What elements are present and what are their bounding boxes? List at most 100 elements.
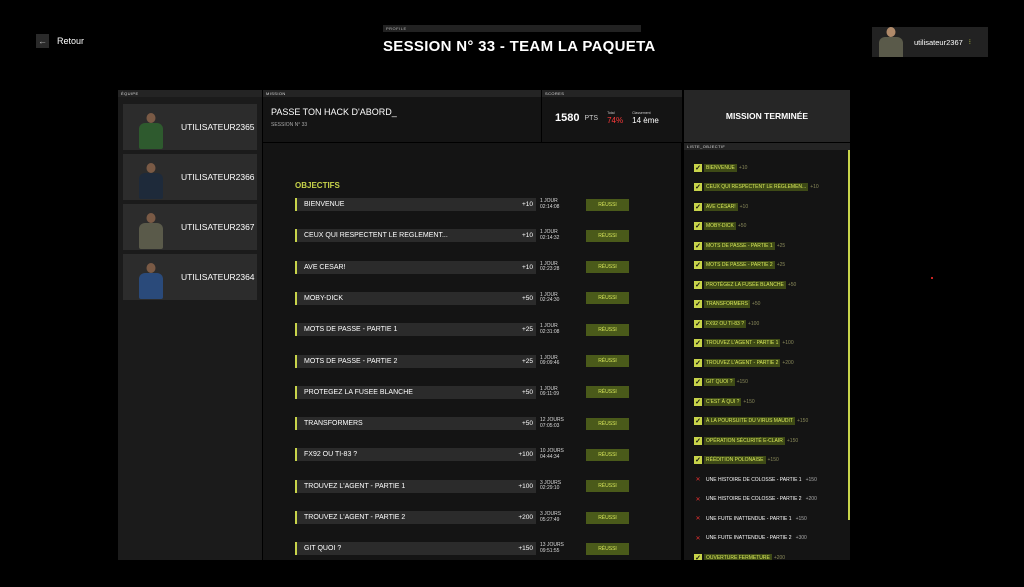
- objective-list-points: +25: [776, 242, 786, 249]
- objective-status-badge[interactable]: RÉUSSI: [586, 480, 629, 493]
- objective-list-item[interactable]: ✓ MOTS DE PASSE - PARTIE 1 +25: [694, 240, 785, 251]
- team-member[interactable]: UTILISATEUR2364: [123, 254, 257, 300]
- objective-list-item[interactable]: ✓ GIT QUOI ? +150: [694, 377, 748, 388]
- rank-label: Classement: [632, 111, 651, 115]
- objective-list-points: +10: [738, 164, 748, 171]
- objective-name: TRANSFORMERS: [304, 420, 363, 428]
- check-icon: ✓: [694, 183, 702, 191]
- objective-list-item[interactable]: ✓ C'EST À QUI ? +150: [694, 396, 755, 407]
- objective-clock: 04:44:34: [540, 453, 560, 460]
- objective-list-points: +50: [751, 301, 761, 307]
- check-icon: ✓: [694, 417, 702, 425]
- objective-status-badge[interactable]: RÉUSSI: [586, 386, 629, 399]
- objective-list-name: OUVERTURE FERMETURE: [704, 553, 772, 560]
- objective-name: AVE CESAR!: [304, 263, 346, 271]
- objective-list-item[interactable]: ✕ UNE FUITE INATTENDUE - PARTIE 1 +150: [694, 513, 806, 524]
- menu-dots-icon[interactable]: ⁝: [969, 38, 971, 46]
- objective-status-badge[interactable]: RÉUSSI: [586, 292, 629, 305]
- objective-bar[interactable]: AVE CESAR! +10: [295, 260, 536, 274]
- scores-tag: SCORES: [542, 90, 682, 97]
- cross-icon: ✕: [695, 535, 701, 542]
- objective-list-item[interactable]: ✓ TRANSFORMERS +50: [694, 299, 760, 310]
- objective-status-badge[interactable]: RÉUSSI: [586, 511, 629, 524]
- team-member[interactable]: UTILISATEUR2365: [123, 104, 257, 150]
- objective-status-badge[interactable]: RÉUSSI: [586, 417, 629, 430]
- objective-status-badge[interactable]: RÉUSSI: [586, 261, 629, 274]
- objective-bar[interactable]: TROUVEZ L'AGENT - PARTIE 2 +200: [295, 511, 536, 524]
- objective-bar[interactable]: TRANSFORMERS +50: [295, 417, 536, 431]
- objective-time: 3 JOURS 02:29:10: [540, 480, 586, 492]
- objective-list-points: +150: [743, 398, 755, 405]
- user-profile-chip[interactable]: utilisateur2367 ⁝: [872, 27, 988, 57]
- objective-name: BIENVENUE: [304, 201, 345, 208]
- objective-list-item[interactable]: ✕ UNE HISTOIRE DE COLOSSE - PARTIE 2 +200: [694, 494, 816, 505]
- objective-bar[interactable]: BIENVENUE +10: [295, 198, 536, 211]
- objective-list-item[interactable]: ✕ UNE HISTOIRE DE COLOSSE - PARTIE 1 +150: [694, 474, 816, 485]
- objective-list-name: MOTS DE PASSE - PARTIE 1: [704, 241, 775, 250]
- objective-name: MOTS DE PASSE - PARTIE 1: [304, 326, 398, 334]
- objective-list-item[interactable]: ✓ À LA POURSUITE DU VIRUS MAUDIT +150: [694, 416, 808, 427]
- objective-list-points: +50: [787, 281, 797, 288]
- objective-row: TROUVEZ L'AGENT - PARTIE 1 +100 3 JOURS 02:…: [295, 479, 629, 493]
- decorative-dot: [931, 277, 933, 279]
- objective-list-name: OPÉRATION SÉCURITÉ E-CLAIR: [704, 436, 785, 445]
- objective-list-name: UNE FUITE INATTENDUE - PARTIE 2: [706, 535, 792, 541]
- objective-points: +10: [521, 232, 533, 240]
- check-icon: ✓: [694, 222, 702, 230]
- objective-bar[interactable]: FX92 OU TI-83 ? +100: [295, 448, 536, 462]
- objective-bar[interactable]: CEUX QUI RESPECTENT LE REGLEMENT... +10: [295, 229, 536, 243]
- objective-list-item[interactable]: ✓ MOBY-DICK +50: [694, 221, 746, 232]
- team-member[interactable]: UTILISATEUR2366: [123, 154, 257, 200]
- objective-list-item[interactable]: ✓ BIENVENUE +10: [694, 162, 747, 173]
- objective-list-item[interactable]: ✓ AVE CÉSAR! +10: [694, 201, 748, 212]
- objective-list-points: +150: [786, 437, 799, 444]
- objective-bar[interactable]: TROUVEZ L'AGENT - PARTIE 1 +100: [295, 479, 536, 493]
- objective-clock: 02:14:08: [540, 203, 560, 210]
- objective-status-badge[interactable]: RÉUSSI: [586, 355, 629, 367]
- objective-row: TROUVEZ L'AGENT - PARTIE 2 +200 3 JOURS 05:…: [295, 511, 629, 524]
- objective-list-points: +200: [773, 554, 786, 561]
- objective-list-item[interactable]: ✓ PROTÉGEZ LA FUSÉE BLANCHE +50: [694, 279, 796, 290]
- objective-list-name: MOBY-DICK: [704, 222, 736, 230]
- objective-clock: 02:14:32: [540, 234, 560, 241]
- check-icon: ✓: [694, 241, 702, 250]
- objective-row: MOTS DE PASSE - PARTIE 1 +25 1 JOUR 02:31:0…: [295, 323, 629, 337]
- objective-points: +150: [518, 545, 533, 553]
- member-name: UTILISATEUR2365: [181, 122, 255, 132]
- objective-list-tag: LISTE_OBJECTIF: [684, 143, 850, 150]
- objective-list-item[interactable]: ✓ OUVERTURE FERMETURE +200: [694, 552, 785, 560]
- objective-list-item[interactable]: ✕ UNE FUITE INATTENDUE - PARTIE 2 +300: [694, 533, 806, 544]
- mission-status: MISSION TERMINÉE: [684, 90, 850, 142]
- objective-row: AVE CESAR! +10 1 JOUR 02:23:28 RÉUSSI: [295, 260, 629, 274]
- session-label: SESSION N°: [271, 122, 301, 128]
- scroll-track[interactable]: [848, 150, 850, 520]
- objective-list-item[interactable]: ✓ TROUVEZ L'AGENT - PARTIE 1 +100: [694, 338, 794, 349]
- objective-bar[interactable]: PROTEGEZ LA FUSEE BLANCHE +50: [295, 385, 536, 399]
- objective-status-badge[interactable]: RÉUSSI: [586, 323, 629, 336]
- total-stat: Total 74%: [607, 111, 623, 125]
- objective-list-item[interactable]: ✓ MOTS DE PASSE - PARTIE 2 +25: [694, 260, 785, 271]
- avatar-outfit: [139, 173, 163, 199]
- objective-status-badge[interactable]: RÉUSSI: [586, 229, 629, 242]
- objective-list-item[interactable]: ✓ RÉÉDITION POLONAISE +150: [694, 455, 779, 466]
- objective-bar[interactable]: GIT QUOI ? +150: [295, 542, 536, 556]
- objective-bar[interactable]: MOTS DE PASSE - PARTIE 2 +25: [295, 354, 536, 368]
- objective-list-item[interactable]: ✓ FX92 OU TI-83 ? +100: [694, 318, 759, 329]
- avatar: [131, 104, 171, 150]
- check-icon: ✓: [694, 163, 702, 172]
- objective-list-points: +150: [736, 379, 748, 385]
- objective-list-name: TROUVEZ L'AGENT - PARTIE 1: [704, 339, 781, 347]
- objective-status-badge[interactable]: RÉUSSI: [586, 448, 629, 461]
- objective-status-badge[interactable]: RÉUSSI: [586, 198, 629, 211]
- objective-list-name: TRANSFORMERS: [704, 300, 750, 308]
- objective-list-item[interactable]: ✓ TROUVEZ L'AGENT - PARTIE 2 +200: [694, 357, 794, 368]
- objective-bar[interactable]: MOTS DE PASSE - PARTIE 1 +25: [295, 323, 536, 337]
- objective-name: TROUVEZ L'AGENT - PARTIE 1: [304, 482, 406, 490]
- objective-status-badge[interactable]: RÉUSSI: [586, 542, 629, 555]
- objective-row: PROTEGEZ LA FUSEE BLANCHE +50 1 JOUR 09:11:…: [295, 385, 629, 399]
- objective-list-item[interactable]: ✓ CEUX QUI RESPECTENT LE RÈGLEMEN... +10: [694, 182, 819, 193]
- team-member[interactable]: UTILISATEUR2367: [123, 204, 257, 250]
- back-button[interactable]: ← Retour: [36, 34, 84, 48]
- objective-list-item[interactable]: ✓ OPÉRATION SÉCURITÉ E-CLAIR +150: [694, 435, 798, 446]
- objective-bar[interactable]: MOBY-DICK +50: [295, 291, 536, 305]
